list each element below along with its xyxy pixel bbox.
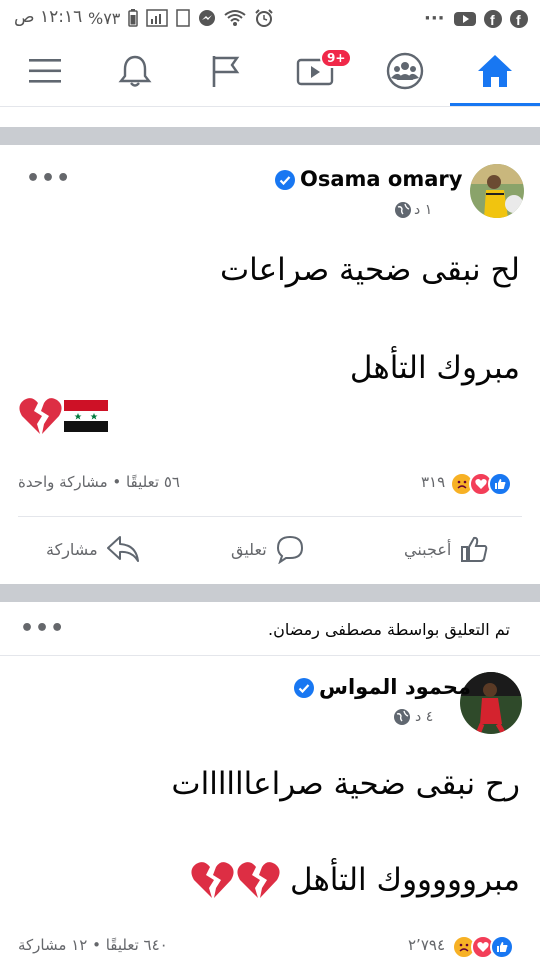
comments-shares-count[interactable]: ٦٤٠ تعليقًا • ١٢ مشاركة [18,936,168,954]
broken-heart-icon [191,862,234,898]
alarm-icon [255,9,274,27]
messenger-icon [199,10,216,26]
post-action-divider [18,516,522,517]
post-author-name[interactable]: محمود المواس [319,675,471,699]
status-right-icons: ··· f f [424,8,528,29]
thumbs-up-icon [461,536,488,562]
post-emoji-row [18,396,108,436]
like-reaction-icon [488,472,512,496]
post-more-options-icon[interactable]: ••• [20,616,65,641]
status-bar: ١٢:١٦ ص %٧٣ ··· f f [0,0,540,36]
post-separator [0,127,540,145]
post-text-line: لح نبقى ضحية صراعات [220,252,520,288]
avatar[interactable] [470,164,524,218]
wifi-icon [224,10,247,26]
note-divider [0,655,540,656]
more-notifications-icon: ··· [424,8,445,29]
comments-shares-count[interactable]: ٥٦ تعليقًا • مشاركة واحدة [18,473,180,491]
youtube-icon [454,11,476,26]
nav-watch-button[interactable]: 9+ [270,36,360,106]
reaction-icons[interactable] [450,472,512,496]
status-time: ١٢:١٦ ص [14,7,83,27]
share-label: مشاركة [46,539,98,559]
nav-notifications-button[interactable] [90,36,180,106]
comment-label: تعليق [231,539,267,559]
battery-icon [128,9,139,27]
top-navigation: 9+ [0,36,540,107]
verified-badge-icon [275,170,295,190]
broken-heart-icon [237,862,280,898]
post-text-line: مبروك التأهل [349,350,520,386]
post-separator [0,584,540,602]
post-text-line: رح نبقى ضحية صراعاااااات [171,766,520,802]
sim-icon [176,9,191,27]
status-left-icons: %٧٣ [88,8,274,28]
globe-icon [395,202,411,218]
share-arrow-icon [106,536,139,562]
post-author-name[interactable]: Osama omary [300,167,462,191]
hamburger-menu-icon [29,59,61,83]
post-time[interactable]: ٤ د [415,709,433,725]
like-reaction-icon [490,935,514,959]
watch-badge: 9+ [320,48,353,68]
avatar-image [470,164,524,218]
signal-icon [146,9,169,27]
reaction-icons[interactable] [452,935,514,959]
comment-bubble-icon [276,535,303,564]
post-emoji-row [190,860,280,900]
facebook-notif-icon: f [484,9,502,28]
reactions-count[interactable]: ٣١٩ [421,473,445,491]
previous-post-divider [18,106,522,107]
facebook-notif-icon-2: f [510,9,528,28]
nav-pages-button[interactable] [180,36,270,106]
reactions-count[interactable]: ٢٬٧٩٤ [408,936,445,954]
comment-button[interactable]: تعليق [231,534,305,564]
share-button[interactable]: مشاركة [46,534,140,564]
post-more-options-icon[interactable]: ••• [26,166,71,191]
battery-percent: %٧٣ [88,8,121,28]
bell-icon [118,55,152,87]
post-text-line: مبروووووك التأهل [289,862,520,898]
commented-by-note[interactable]: تم التعليق بواسطة مصطفى رمضان. [268,620,510,639]
nav-menu-button[interactable] [0,36,90,106]
like-label: أعجبني [404,539,452,559]
broken-heart-icon [19,398,62,434]
globe-icon [394,709,410,725]
groups-icon [386,52,424,90]
svg-text:f: f [516,12,521,28]
nav-groups-button[interactable] [360,36,450,106]
syria-flag-icon [64,400,108,432]
flag-icon [212,56,240,87]
svg-text:f: f [490,12,495,28]
post-time[interactable]: ١ د [414,202,432,218]
nav-home-button[interactable] [450,36,540,106]
like-button[interactable]: أعجبني [404,534,489,564]
verified-badge-icon [294,678,314,698]
home-icon [478,55,512,87]
